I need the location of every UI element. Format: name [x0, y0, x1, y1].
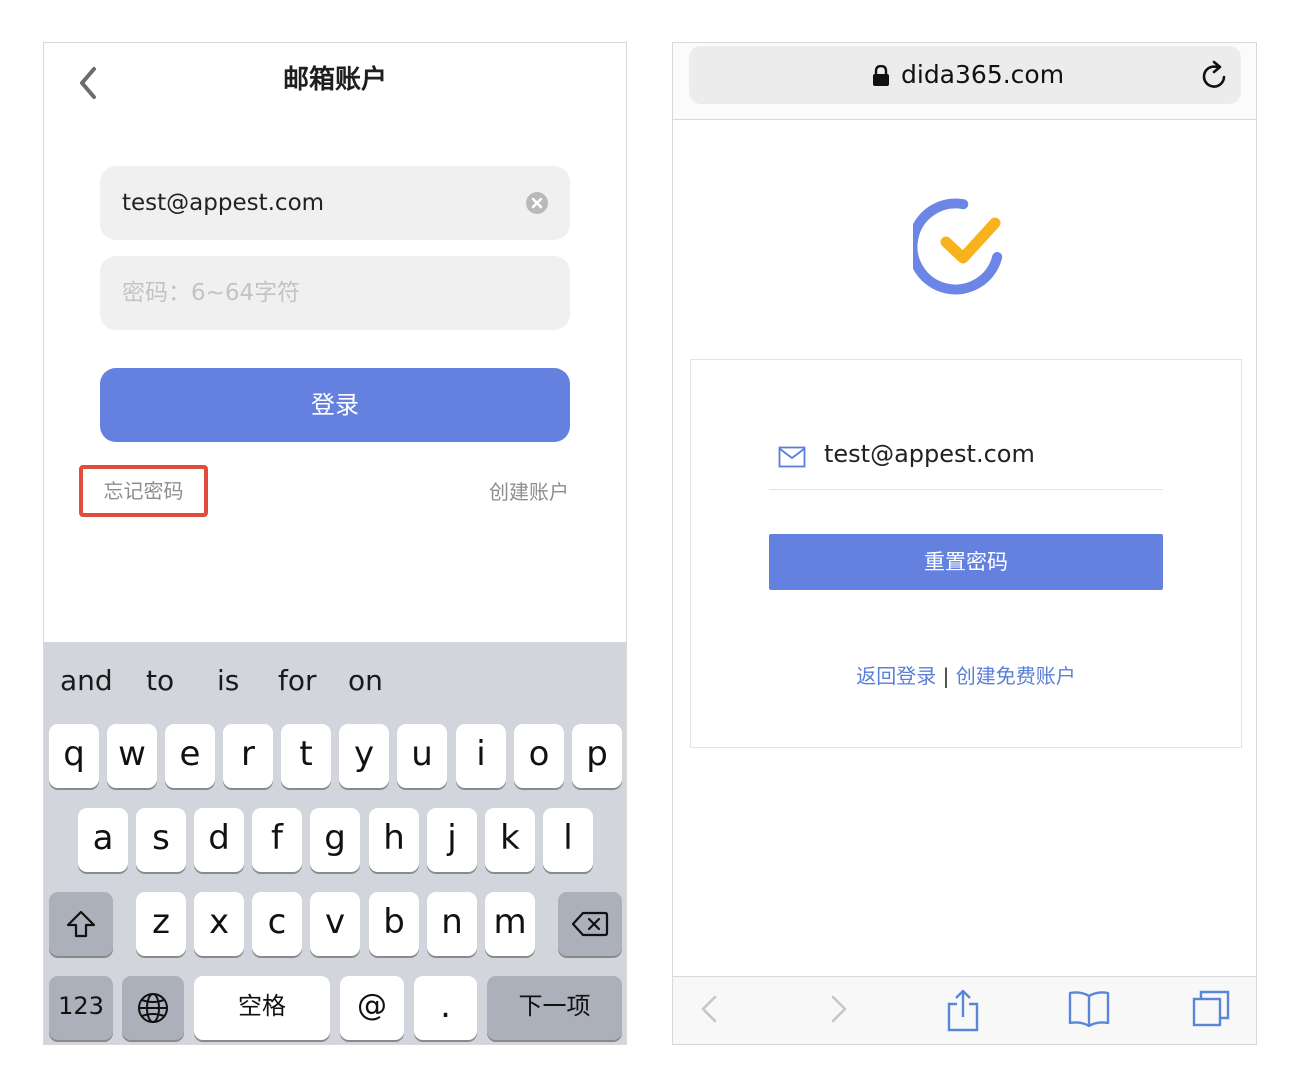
key-w[interactable]: w — [107, 724, 157, 788]
key-t[interactable]: t — [281, 724, 331, 788]
address-bar[interactable]: dida365.com — [689, 46, 1241, 104]
forward-icon[interactable] — [823, 989, 851, 1029]
clear-circle-icon[interactable] — [526, 192, 548, 214]
divider — [769, 489, 1163, 490]
key-e[interactable]: e — [165, 724, 215, 788]
create-account-link[interactable]: 创建账户 — [489, 476, 569, 505]
key-q[interactable]: q — [49, 724, 99, 788]
globe-key[interactable] — [122, 976, 184, 1040]
tabs-icon[interactable] — [1191, 989, 1231, 1029]
suggestion-is[interactable]: is — [217, 664, 239, 697]
key-o[interactable]: o — [514, 724, 564, 788]
reset-password-card: test@appest.com 重置密码 返回登录 | 创建免费账户 — [690, 359, 1242, 748]
space-key[interactable]: 空格 — [194, 976, 330, 1040]
dida-check-logo-icon — [913, 198, 1003, 295]
mail-icon — [778, 446, 806, 468]
dot-key[interactable]: . — [414, 976, 477, 1040]
backspace-icon — [571, 911, 609, 937]
password-field[interactable]: 密码：6~64字符 — [100, 256, 570, 330]
reset-password-button[interactable]: 重置密码 — [769, 534, 1163, 590]
email-field[interactable]: test@appest.com — [100, 166, 570, 240]
link-separator: | — [942, 664, 950, 688]
at-key[interactable]: @ — [340, 976, 404, 1040]
password-placeholder: 密码：6~64字符 — [122, 280, 301, 306]
share-icon[interactable] — [945, 989, 981, 1033]
key-i[interactable]: i — [456, 724, 506, 788]
key-u[interactable]: u — [397, 724, 447, 788]
key-y[interactable]: y — [339, 724, 389, 788]
back-icon[interactable] — [697, 989, 725, 1029]
shift-key[interactable] — [49, 892, 113, 956]
bookmarks-icon[interactable] — [1067, 989, 1111, 1029]
url-text: dida365.com — [901, 60, 1065, 89]
key-x[interactable]: x — [194, 892, 244, 956]
forgot-password-link[interactable]: 忘记密码 — [79, 465, 208, 517]
key-v[interactable]: v — [310, 892, 360, 956]
next-key[interactable]: 下一项 — [487, 976, 622, 1040]
key-d[interactable]: d — [194, 808, 244, 872]
key-j[interactable]: j — [427, 808, 477, 872]
shift-icon — [66, 910, 96, 938]
key-m[interactable]: m — [485, 892, 535, 956]
create-free-account-link[interactable]: 创建免费账户 — [956, 664, 1076, 688]
browser-reset-screen: dida365.com test@appest.com 重置密码 返回登录 | … — [672, 42, 1257, 1045]
suggestion-and[interactable]: and — [60, 664, 113, 697]
key-p[interactable]: p — [572, 724, 622, 788]
key-r[interactable]: r — [223, 724, 273, 788]
key-f[interactable]: f — [252, 808, 302, 872]
suggestion-on[interactable]: on — [348, 664, 383, 697]
key-n[interactable]: n — [427, 892, 477, 956]
suggestion-for[interactable]: for — [278, 664, 317, 697]
backspace-key[interactable] — [558, 892, 622, 956]
key-h[interactable]: h — [369, 808, 419, 872]
app-login-screen: 邮箱账户 test@appest.com 密码：6~64字符 登录 忘记密码 创… — [43, 42, 627, 1045]
key-s[interactable]: s — [136, 808, 186, 872]
globe-icon — [138, 993, 168, 1023]
key-z[interactable]: z — [136, 892, 186, 956]
numbers-key[interactable]: 123 — [49, 976, 113, 1040]
reload-icon[interactable] — [1201, 60, 1229, 90]
email-value[interactable]: test@appest.com — [824, 440, 1035, 468]
key-c[interactable]: c — [252, 892, 302, 956]
key-l[interactable]: l — [543, 808, 593, 872]
key-g[interactable]: g — [310, 808, 360, 872]
lock-icon — [873, 65, 889, 86]
browser-top-bar: dida365.com — [673, 43, 1256, 120]
card-links: 返回登录 | 创建免费账户 — [691, 660, 1241, 689]
suggestion-to[interactable]: to — [146, 664, 174, 697]
keyboard: and to is for on q w e r t y u i o p a s… — [44, 642, 626, 1044]
back-to-login-link[interactable]: 返回登录 — [856, 664, 936, 688]
key-a[interactable]: a — [78, 808, 128, 872]
browser-toolbar — [673, 976, 1256, 1044]
email-value: test@appest.com — [122, 190, 325, 216]
login-button[interactable]: 登录 — [100, 368, 570, 442]
page-title: 邮箱账户 — [282, 65, 387, 95]
key-b[interactable]: b — [369, 892, 419, 956]
key-k[interactable]: k — [485, 808, 535, 872]
